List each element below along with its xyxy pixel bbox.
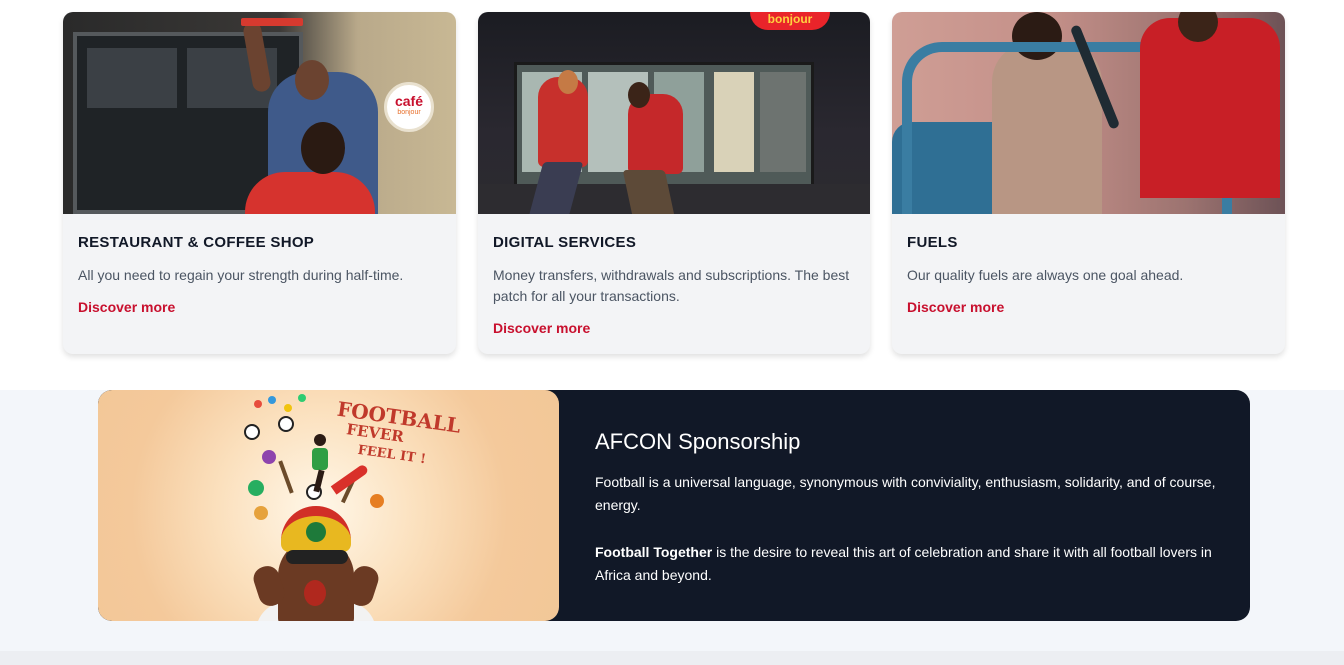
sponsorship-paragraph-2: Football Together is the desire to revea… [595,541,1235,587]
card-title: FUELS [907,234,958,251]
services-cards: café bonjour RESTAURANT & COFFEE SHOP Al… [63,12,1285,354]
fuels-image [892,12,1285,214]
card-title: DIGITAL SERVICES [493,234,637,251]
sponsorship-text: AFCON Sponsorship Football is a universa… [595,390,1235,587]
player-figure [312,448,328,470]
football-fever-illustration: FOOTBALL FEVER FEEL IT ! [98,390,559,621]
sponsorship-title: AFCON Sponsorship [595,429,801,454]
footer-divider-strip [0,651,1344,665]
discover-more-link-restaurant[interactable]: Discover more [78,298,175,316]
cafe-bonjour-logo: café bonjour [384,82,434,132]
afcon-sponsorship-panel: FOOTBALL FEVER FEEL IT ! AFCON Sponsorsh… [98,390,1250,621]
trophy-badge-icon [306,522,326,542]
card-title: RESTAURANT & COFFEE SHOP [78,234,315,251]
card-description: Our quality fuels are always one goal ah… [907,267,1184,283]
service-card-restaurant: café bonjour RESTAURANT & COFFEE SHOP Al… [63,12,456,354]
card-description: All you need to regain your strength dur… [78,267,404,283]
digital-services-image: bonjour [478,12,870,214]
restaurant-image: café bonjour [63,12,456,214]
discover-more-link-fuels[interactable]: Discover more [907,298,1004,316]
card-description: Money transfers, withdrawals and subscri… [493,267,850,304]
service-card-digital: bonjour DIGITAL SERVICES Money transfers… [478,12,870,354]
service-card-fuels: FUELS Our quality fuels are always one g… [892,12,1285,354]
bonjour-sign: bonjour [750,12,830,30]
football-fever-text: FOOTBALL FEVER FEEL IT ! [335,396,463,468]
discover-more-link-digital[interactable]: Discover more [493,319,590,337]
football-icon [244,424,260,440]
football-together-emphasis: Football Together [595,544,713,560]
football-icon [278,416,294,432]
sponsorship-paragraph-1: Football is a universal language, synony… [595,474,1216,513]
